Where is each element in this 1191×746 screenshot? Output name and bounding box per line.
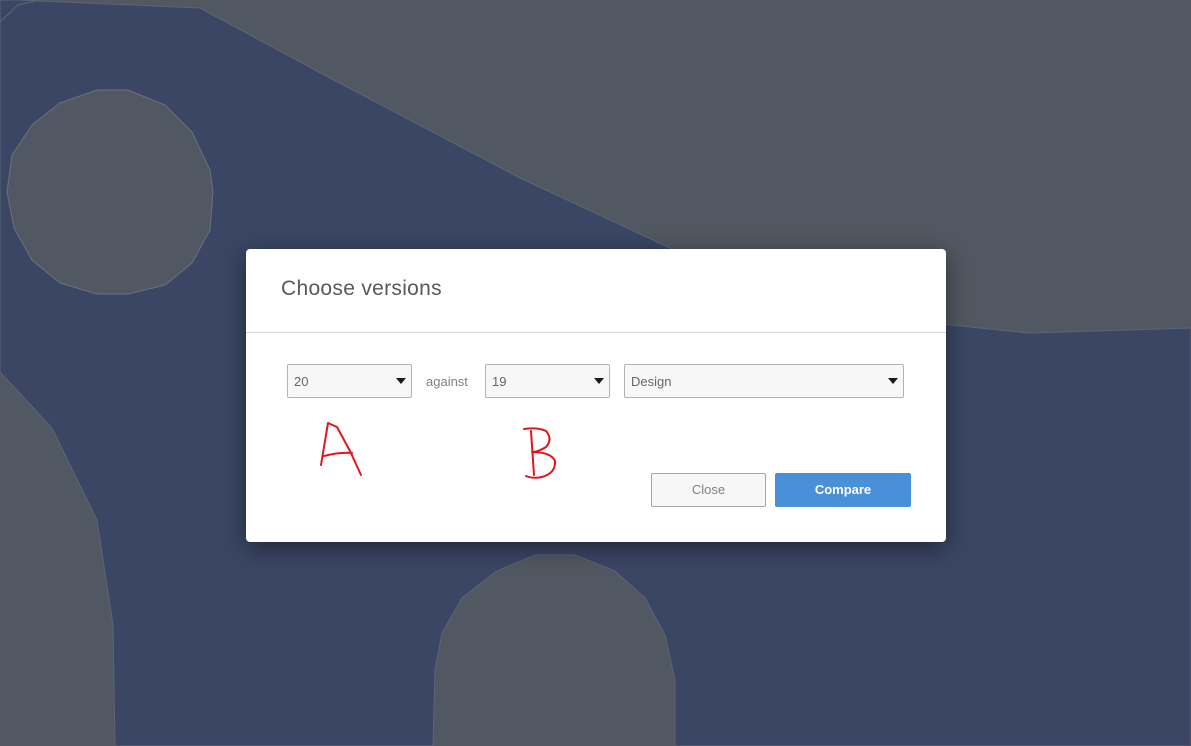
against-label: against [426, 374, 468, 389]
version-a-value: 20 [294, 374, 309, 389]
version-a-dropdown[interactable]: 20 [287, 364, 412, 398]
close-button[interactable]: Close [651, 473, 766, 507]
handwritten-letter-a [320, 422, 362, 476]
compare-button[interactable]: Compare [775, 473, 911, 507]
scope-dropdown[interactable]: Design [624, 364, 904, 398]
app-window: Choose versions 20 against 19 Design Clo… [0, 0, 1191, 746]
scope-value: Design [631, 374, 672, 389]
chevron-down-icon [888, 378, 898, 384]
handwritten-letter-b [523, 427, 557, 479]
version-b-value: 19 [492, 374, 507, 389]
chevron-down-icon [396, 378, 406, 384]
version-b-dropdown[interactable]: 19 [485, 364, 610, 398]
dialog-divider [246, 332, 946, 333]
choose-versions-dialog: Choose versions 20 against 19 Design Clo… [246, 249, 946, 542]
chevron-down-icon [594, 378, 604, 384]
dialog-title: Choose versions [281, 277, 442, 300]
